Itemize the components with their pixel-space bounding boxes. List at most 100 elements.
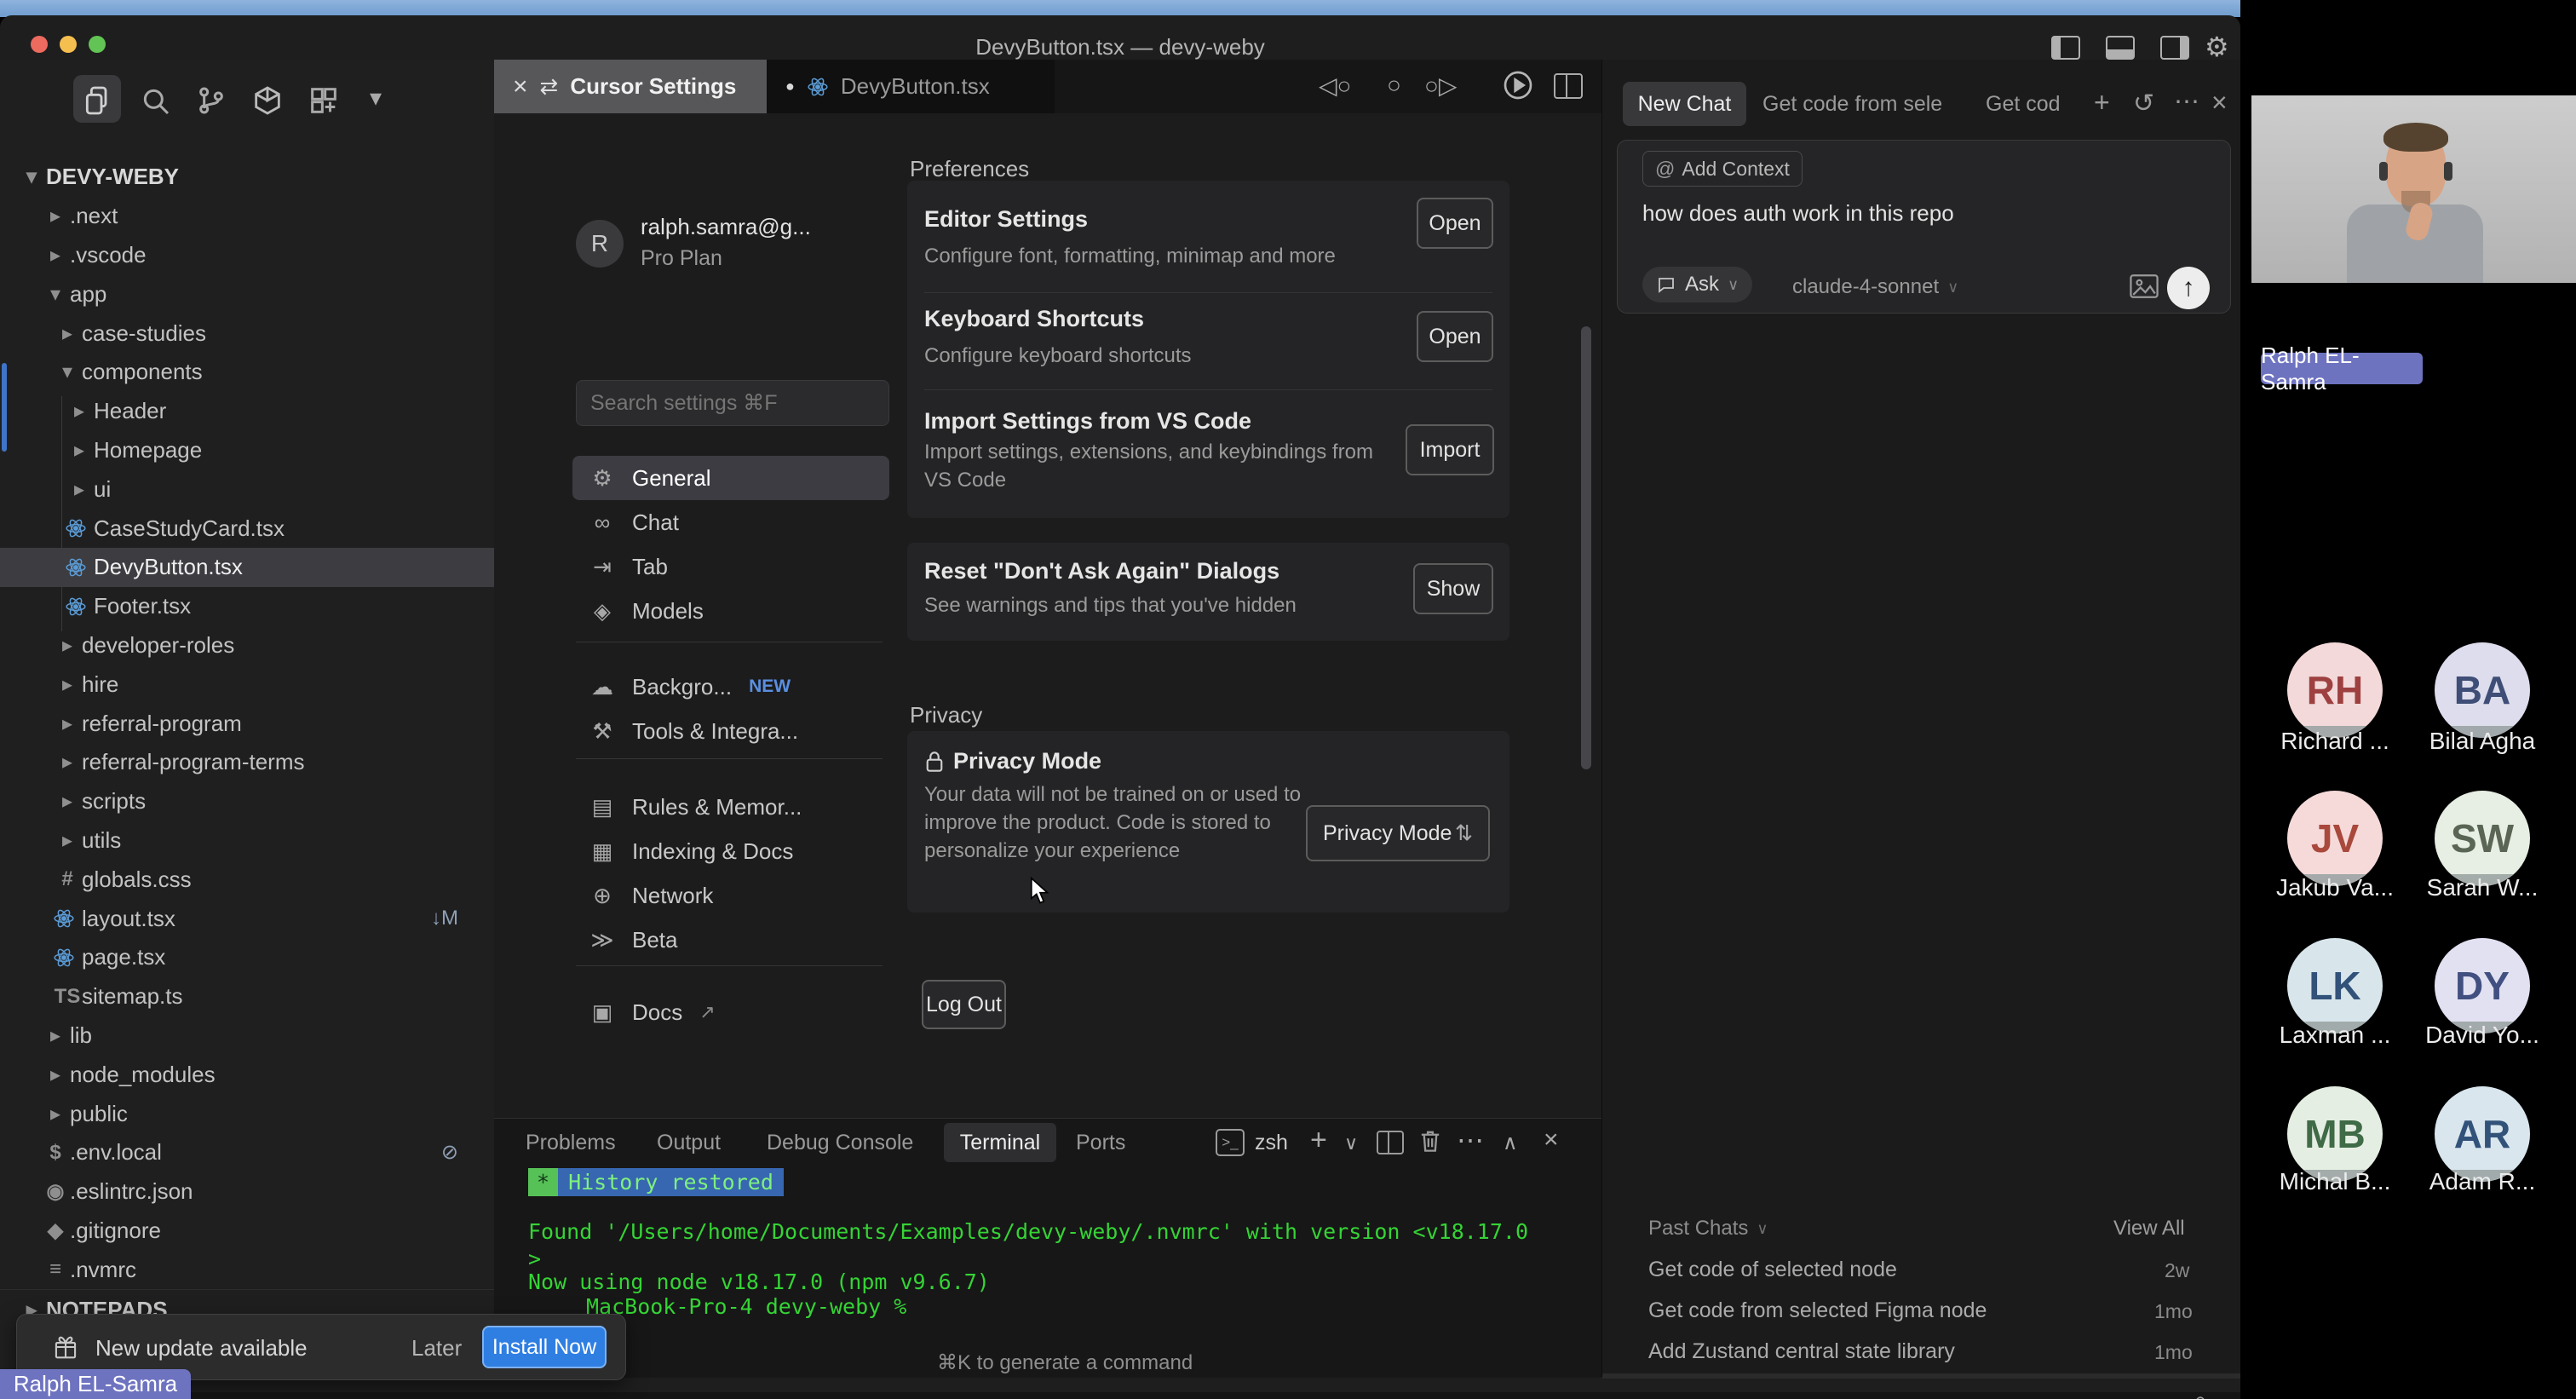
search-icon[interactable] [138, 83, 172, 118]
indentation-item[interactable]: Spaces: 2 [1739, 1396, 1822, 1399]
toggle-secondary-sidebar-icon[interactable] [2160, 36, 2189, 60]
settings-nav-network[interactable]: ⊕Network [572, 873, 889, 918]
history-icon[interactable]: ↺ [2133, 89, 2154, 118]
tree-item[interactable]: ▸utils [0, 821, 494, 861]
pencil-icon[interactable]: ✎ [427, 1396, 442, 1399]
shell-selector[interactable]: >_ zsh [1216, 1129, 1288, 1156]
chat-input-card[interactable]: @ Add Context how does auth work in this… [1617, 140, 2231, 314]
tree-item-devybutton-selected[interactable]: DevyButton.tsx [0, 548, 494, 587]
chevron-down-icon[interactable]: ∨ [1344, 1132, 1358, 1154]
model-selector[interactable]: claude-4-sonnet ∨ [1792, 275, 1958, 299]
past-chats-header[interactable]: Past Chats ∨ [1648, 1217, 1768, 1241]
run-icon[interactable] [1501, 68, 1535, 102]
avatar[interactable]: DY [2435, 938, 2530, 1033]
avatar[interactable]: RH [2287, 642, 2383, 738]
tab-ports[interactable]: Ports [1076, 1131, 1125, 1155]
modified-dot-icon[interactable]: ● [785, 78, 795, 95]
show-dialogs-button[interactable]: Show [1413, 563, 1493, 614]
new-terminal-icon[interactable]: + [1310, 1124, 1327, 1157]
tree-item[interactable]: ▸scripts [0, 782, 494, 821]
chat-message-input[interactable]: how does auth work in this repo [1642, 200, 1954, 227]
search-settings-input[interactable] [576, 380, 889, 426]
settings-nav-models[interactable]: ◈Models [572, 589, 889, 633]
package-icon[interactable] [250, 83, 285, 118]
tree-item[interactable]: ▸lib [0, 1016, 494, 1056]
settings-nav-tab[interactable]: ⇥Tab [572, 544, 889, 589]
toggle-sidebar-icon[interactable] [2051, 36, 2080, 60]
settings-nav-chat[interactable]: ∞Chat [572, 500, 889, 544]
install-now-button[interactable]: Install Now [482, 1326, 607, 1368]
avatar[interactable]: SW [2435, 791, 2530, 886]
errors-icon[interactable]: ⊗ [614, 1396, 630, 1399]
view-all-link[interactable]: View All [2113, 1217, 2185, 1241]
tab-new-chat[interactable]: New Chat [1623, 82, 1746, 126]
maximize-panel-icon[interactable]: ∧ [1503, 1131, 1518, 1155]
source-control-icon[interactable] [194, 83, 228, 118]
settings-nav-general[interactable]: ⚙General [572, 456, 889, 500]
tree-item[interactable]: Footer.tsx [0, 587, 494, 626]
tree-item[interactable]: ◉.eslintrc.json [0, 1172, 494, 1212]
tree-item[interactable]: ≡.nvmrc [0, 1250, 494, 1289]
tree-item[interactable]: ▸public [0, 1094, 494, 1133]
warnings-icon[interactable]: ⚠ [667, 1396, 684, 1399]
settings-nav-tools[interactable]: ⚒Tools & Integra... [572, 709, 889, 753]
avatar[interactable]: LK [2287, 938, 2383, 1033]
past-chat-item[interactable]: Get code from selected Figma node [1648, 1298, 1987, 1323]
open-keyboard-shortcuts-button[interactable]: Open [1417, 311, 1493, 362]
tab-get-code-1[interactable]: Get code from sele [1762, 92, 1942, 117]
tree-item[interactable]: CaseStudyCard.tsx [0, 509, 494, 548]
settings-nav-background[interactable]: ☁Backgro...NEW [572, 665, 889, 709]
tab-output[interactable]: Output [657, 1131, 721, 1155]
sync-status[interactable]: 2↓ 0↑ [326, 1396, 371, 1399]
split-editor-icon[interactable] [1554, 73, 1583, 99]
tab-debug-console[interactable]: Debug Console [767, 1131, 913, 1155]
add-context-chip[interactable]: @ Add Context [1642, 151, 1803, 187]
toggle-panel-icon[interactable] [2106, 36, 2135, 60]
tree-item[interactable]: ▸hire [0, 665, 494, 704]
tree-item[interactable]: layout.tsx↓M [0, 899, 494, 938]
tree-item[interactable]: ▸.vscode [0, 236, 494, 275]
settings-nav-beta[interactable]: ≫Beta [572, 918, 889, 962]
nav-current-icon[interactable]: ○ [1387, 72, 1401, 99]
import-vscode-button[interactable]: Import [1406, 424, 1494, 475]
ask-mode-dropdown[interactable]: Ask ∨ [1642, 267, 1752, 302]
more-icon[interactable]: ⋯ [1457, 1124, 1484, 1156]
past-chat-item[interactable]: Get code of selected node [1648, 1258, 1897, 1282]
errors-count[interactable]: 0 [641, 1396, 652, 1399]
tab-devybutton[interactable]: ● DevyButton.tsx [767, 60, 1055, 113]
cursor-position-item[interactable]: Ln 31, Col 33 [1566, 1396, 1677, 1399]
tree-item[interactable]: ▾components [0, 353, 494, 392]
tree-item[interactable]: ▸developer-roles [0, 626, 494, 665]
extensions-icon[interactable] [307, 83, 341, 118]
tree-item[interactable]: #globals.css [0, 860, 494, 899]
image-attach-icon[interactable] [2130, 273, 2159, 299]
avatar[interactable]: JV [2287, 791, 2383, 886]
new-tab-icon[interactable]: + [2094, 87, 2110, 118]
logout-button[interactable]: Log Out [922, 980, 1006, 1029]
tab-problems[interactable]: Problems [526, 1131, 616, 1155]
cursor-tab-item[interactable]: Cursor Tab [1435, 1396, 1526, 1399]
later-button[interactable]: Later [411, 1335, 462, 1362]
split-terminal-icon[interactable] [1377, 1131, 1404, 1154]
tree-item[interactable]: TSsitemap.ts [0, 977, 494, 1016]
tree-item[interactable]: ▸.next [0, 197, 494, 236]
gear-icon[interactable]: ⚙ [2205, 31, 2229, 63]
tab-get-code-2[interactable]: Get cod [1986, 92, 2061, 117]
privacy-mode-select[interactable]: Privacy Mode ⇅ [1306, 805, 1490, 861]
settings-nav-indexing[interactable]: ▦Indexing & Docs [572, 829, 889, 873]
scrollbar[interactable] [1581, 326, 1591, 769]
webcam-video[interactable] [2251, 95, 2576, 283]
tree-item[interactable]: ▾app [0, 274, 494, 314]
language-item[interactable]: TypeScript JSX [2026, 1396, 2153, 1399]
files-icon[interactable] [80, 83, 114, 118]
open-editor-settings-button[interactable]: Open [1417, 198, 1493, 249]
tree-item[interactable]: ▸referral-program-terms [0, 743, 494, 782]
more-icon[interactable]: ⋯ [2174, 87, 2199, 117]
send-button[interactable]: ↑ [2167, 267, 2210, 309]
settings-nav-rules[interactable]: ▤Rules & Memor... [572, 785, 889, 829]
tab-cursor-settings[interactable]: × ⇄ Cursor Settings [494, 60, 767, 113]
nav-forward-icon[interactable]: ○▷ [1424, 72, 1457, 100]
warnings-count[interactable]: 0 [696, 1396, 706, 1399]
close-panel-icon[interactable]: × [2211, 87, 2228, 118]
terminal-prompt-line[interactable]: MacBook-Pro-4 devy-weby % [586, 1294, 906, 1319]
